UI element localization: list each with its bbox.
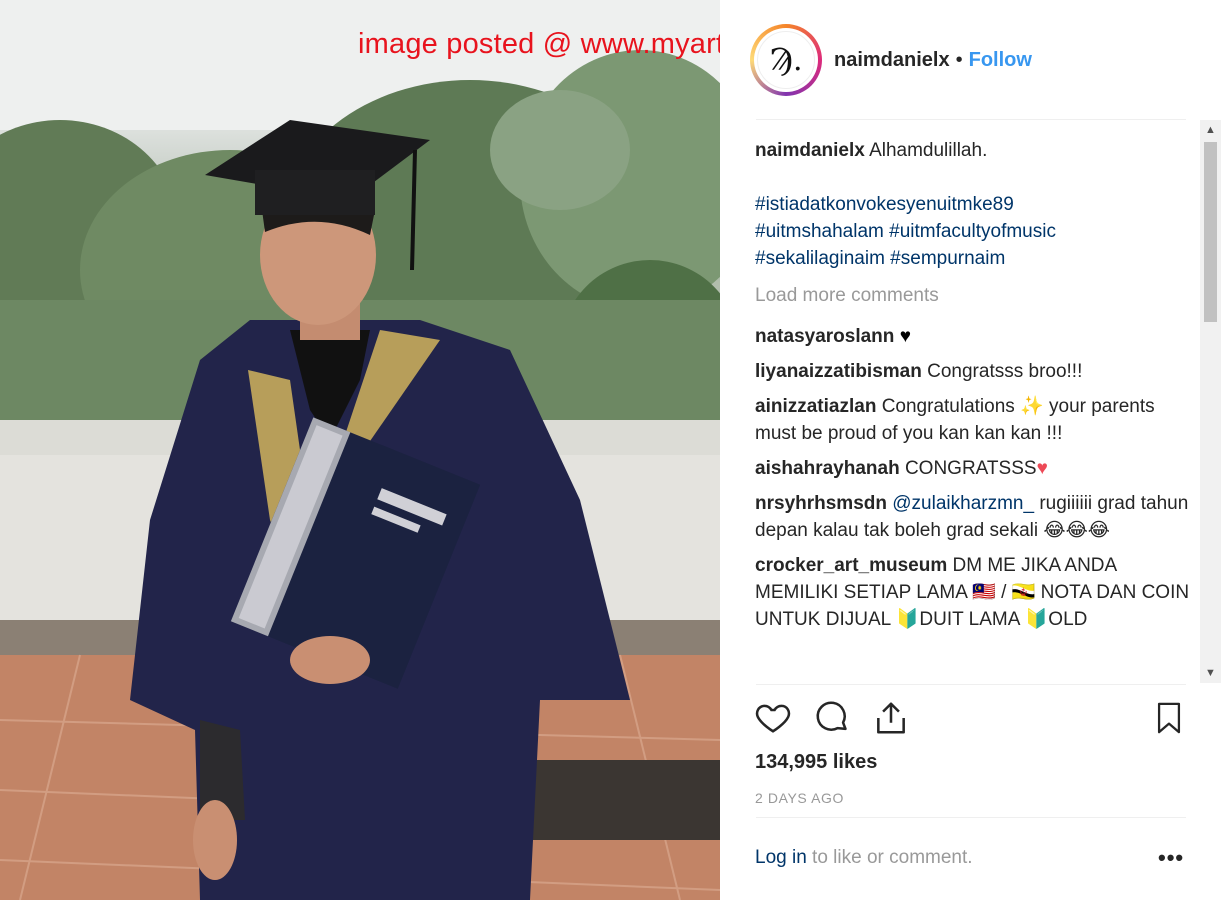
avatar: Ϡ. (757, 31, 815, 89)
action-bar (754, 698, 1184, 740)
list-item: natasyaroslann ♥ (755, 323, 1195, 350)
caption-text: Alhamdulillah. (869, 140, 988, 161)
comment-username[interactable]: nrsyhrhsmsdn (755, 493, 887, 514)
load-more-comments-button[interactable]: Load more comments (755, 282, 1195, 309)
hashtag-line[interactable]: #uitmshahalam #uitmfacultyofmusic (755, 218, 1195, 245)
comment-username[interactable]: natasyaroslann (755, 326, 894, 347)
caption-username[interactable]: naimdanielx (755, 140, 865, 161)
separator-dot: • (955, 48, 963, 71)
hashtag-line[interactable]: #sekalilaginaim #sempurnaim (755, 245, 1195, 272)
post-timestamp: 2 DAYS AGO (755, 790, 844, 806)
actions-divider (756, 684, 1186, 685)
login-link[interactable]: Log in (755, 847, 807, 868)
comment-icon[interactable] (812, 698, 852, 736)
post-photo[interactable] (0, 0, 720, 900)
caption: naimdanielx Alhamdulillah. #istiadatkonv… (755, 137, 1195, 272)
login-prompt: Log in to like or comment. (755, 847, 973, 869)
header-username[interactable]: naimdanielx (834, 49, 950, 72)
comment-username[interactable]: ainizzatiazlan (755, 396, 876, 417)
follow-button[interactable]: Follow (969, 49, 1032, 72)
header-divider (756, 119, 1186, 120)
comments-list: naimdanielx Alhamdulillah. #istiadatkonv… (755, 137, 1195, 684)
heart-icon[interactable] (754, 698, 792, 736)
graduation-photo (0, 0, 720, 900)
comment-text: Congratsss broo!!! (927, 361, 1083, 382)
list-item: nrsyhrhsmsdn @zulaikharzmn_ rugiiiiii gr… (755, 490, 1195, 544)
likes-count[interactable]: 134,995 likes (755, 751, 877, 774)
comment-text: CONGRATSSS (904, 458, 1037, 479)
list-item: aishahrayhanah CONGRATSSS♥ (755, 455, 1195, 482)
footer-divider (756, 817, 1186, 818)
comment-text: ♥ (899, 326, 911, 347)
caption-hashtags: #istiadatkonvokesyenuitmke89 #uitmshahal… (755, 191, 1195, 272)
comment-username[interactable]: aishahrayhanah (755, 458, 900, 479)
share-icon[interactable] (872, 698, 910, 738)
comment-mention[interactable]: @zulaikharzmn_ (892, 493, 1034, 514)
list-item: ainizzatiazlan Congratulations ✨ your pa… (755, 393, 1195, 447)
scroll-down-icon[interactable]: ▼ (1200, 663, 1221, 683)
list-item: liyanaizzatibisman Congratsss broo!!! (755, 358, 1195, 385)
comments-scrollbar[interactable]: ▲ ▼ (1200, 120, 1221, 683)
more-options-icon[interactable]: ••• (1158, 845, 1184, 871)
avatar-story-ring[interactable]: Ϡ. (750, 24, 822, 96)
post-header: Ϡ. naimdanielx • Follow (750, 22, 1032, 98)
login-prompt-text: to like or comment. (806, 847, 973, 868)
comment-username[interactable]: liyanaizzatibisman (755, 361, 922, 382)
red-heart-icon: ♥ (1036, 458, 1048, 479)
bookmark-icon[interactable] (1152, 698, 1186, 738)
post-sidebar: Ϡ. naimdanielx • Follow naimdanielx Alha… (720, 0, 1221, 900)
scroll-up-icon[interactable]: ▲ (1200, 120, 1221, 140)
scroll-thumb[interactable] (1204, 142, 1217, 322)
comment-username[interactable]: crocker_art_museum (755, 555, 947, 576)
hashtag-line[interactable]: #istiadatkonvokesyenuitmke89 (755, 191, 1195, 218)
list-item: crocker_art_museum DM ME JIKA ANDA MEMIL… (755, 552, 1195, 633)
